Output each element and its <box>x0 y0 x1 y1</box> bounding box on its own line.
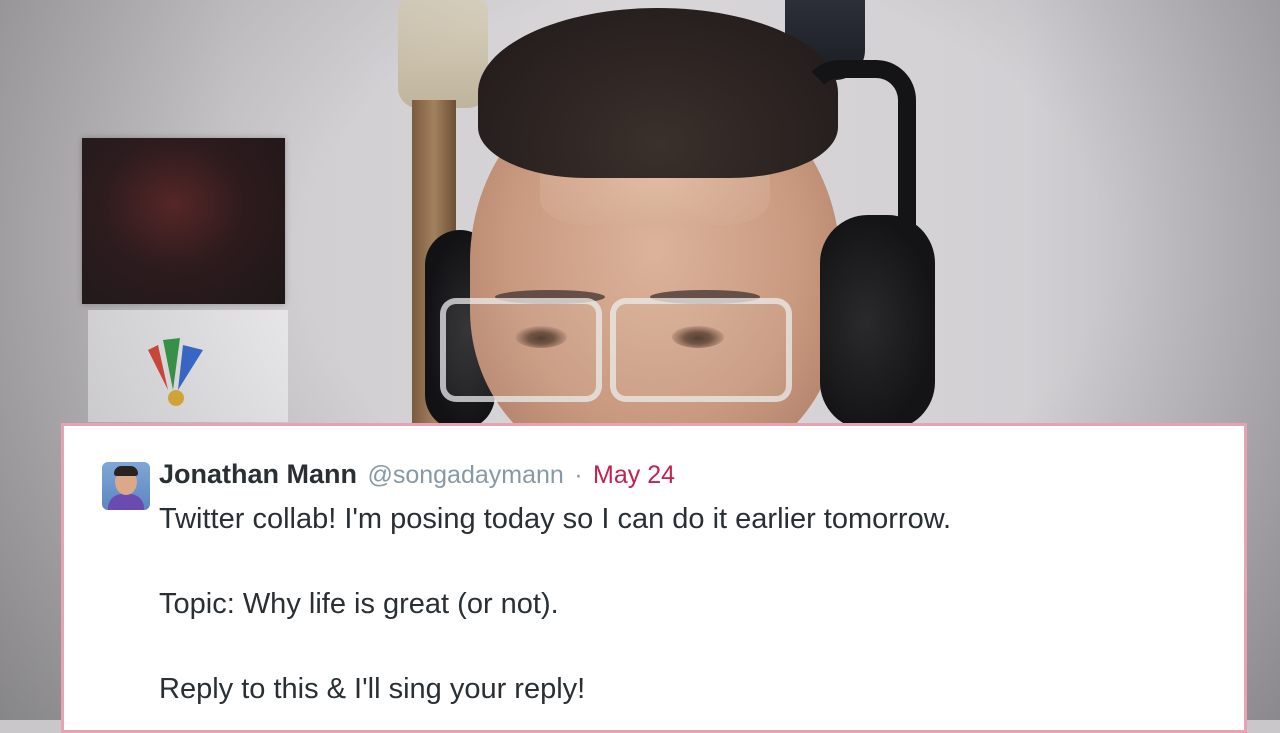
tweet-text-line-3: Reply to this & I'll sing your reply! <box>159 673 586 705</box>
tweet-date[interactable]: May 24 <box>593 461 675 489</box>
tweet-text-line-1: Twitter collab! I'm posing today so I ca… <box>159 503 952 535</box>
author-name[interactable]: Jonathan Mann <box>159 459 357 489</box>
tweet-card: Jonathan Mann @songadaymann · May 24 Twi… <box>61 423 1247 733</box>
avatar-shirt <box>108 494 144 510</box>
tweet-header: Jonathan Mann @songadaymann · May 24 <box>159 459 675 490</box>
header-separator: · <box>574 461 583 489</box>
avatar-hair <box>114 466 138 476</box>
avatar[interactable] <box>102 462 150 510</box>
tweet-text-line-2: Topic: Why life is great (or not). <box>159 588 559 620</box>
author-handle[interactable]: @songadaymann <box>367 461 563 489</box>
